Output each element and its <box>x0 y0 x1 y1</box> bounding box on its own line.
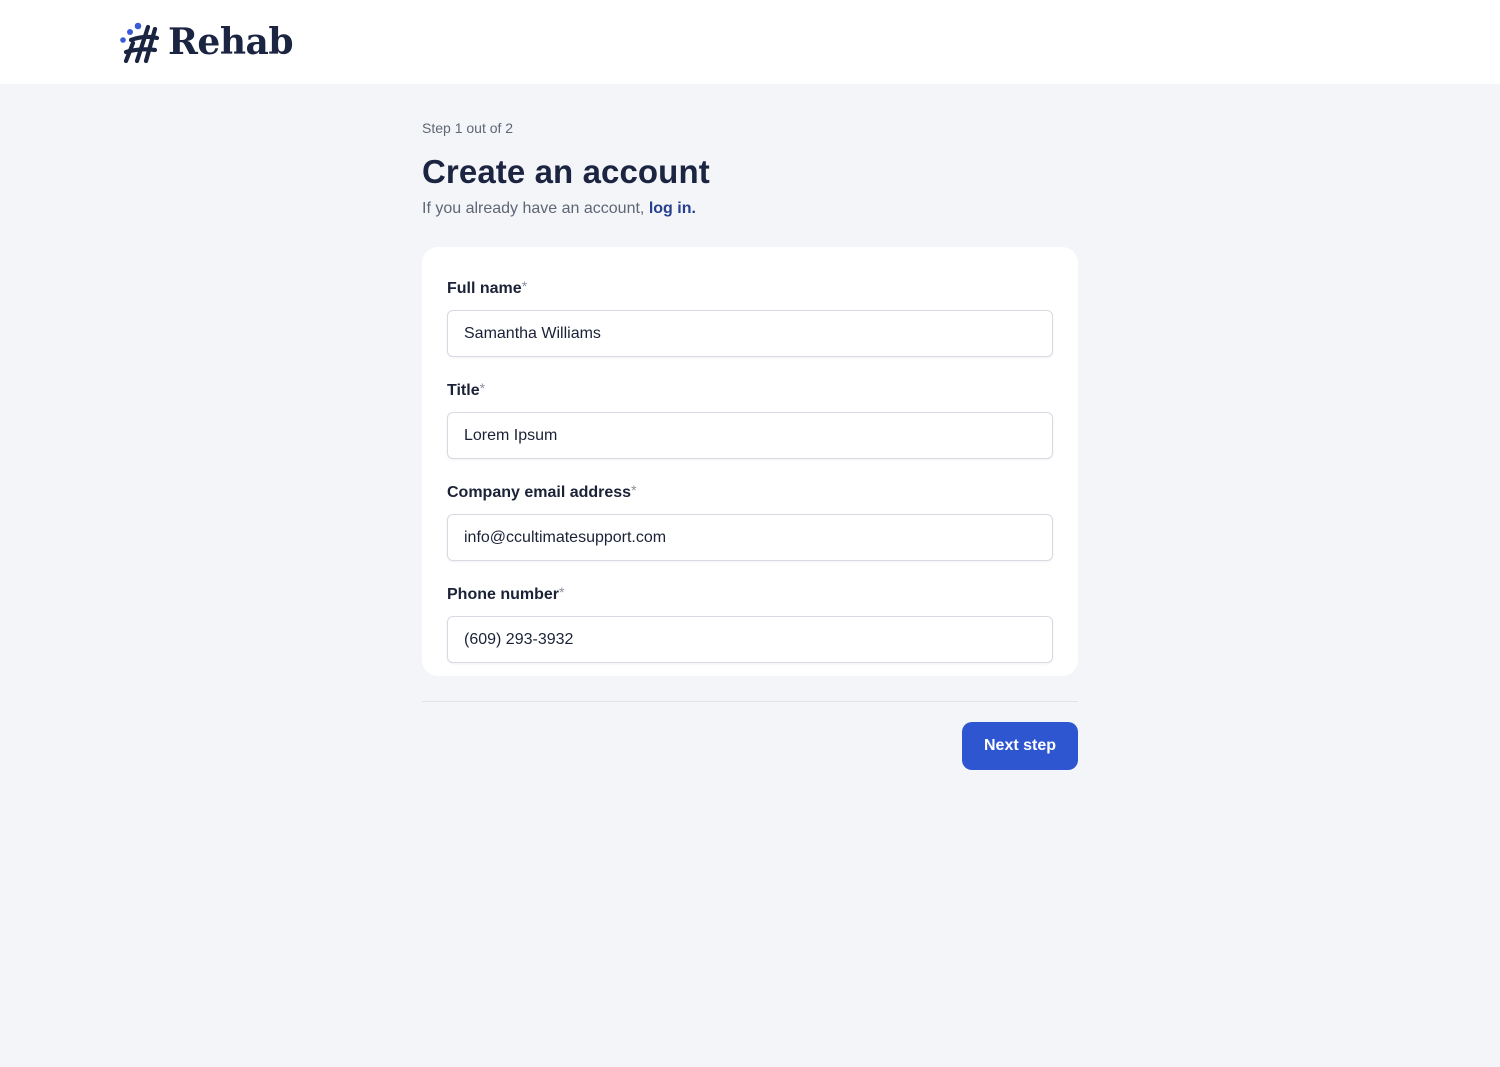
brand-name: Rehab <box>168 21 294 63</box>
phone-label: Phone number* <box>447 581 1053 606</box>
phone-input[interactable] <box>447 616 1053 663</box>
full-name-label-text: Full name <box>447 280 522 297</box>
title-label: Title* <box>447 377 1053 402</box>
phone-label-text: Phone number <box>447 586 560 603</box>
phone-field: Phone number* <box>447 581 1053 663</box>
rehab-hash-logo-icon <box>120 22 160 63</box>
required-marker: * <box>559 584 565 600</box>
email-label-text: Company email address <box>447 484 632 501</box>
title-field: Title* <box>447 377 1053 459</box>
form-divider <box>422 701 1078 702</box>
required-marker: * <box>479 380 486 396</box>
email-label: Company email address* <box>447 479 1053 504</box>
required-marker: * <box>521 278 528 294</box>
top-bar: Rehab <box>0 0 1500 84</box>
full-name-field: Full name* <box>447 275 1053 357</box>
full-name-input[interactable] <box>447 310 1053 357</box>
page-title: Create an account <box>422 153 710 190</box>
email-field: Company email address* <box>447 479 1053 561</box>
brand-logo[interactable]: Rehab <box>118 20 294 64</box>
account-form-card: Full name* Title* Company email address*… <box>422 247 1078 676</box>
full-name-label: Full name* <box>447 275 1053 300</box>
form-header: Step 1 out of 2 Create an account If you… <box>422 118 1078 220</box>
next-step-button[interactable]: Next step <box>962 722 1078 770</box>
required-marker: * <box>631 482 637 498</box>
step-indicator: Step 1 out of 2 <box>422 120 514 136</box>
login-link[interactable]: log in. <box>649 200 696 217</box>
title-label-text: Title <box>447 382 480 399</box>
login-prompt: If you already have an account, log in. <box>422 198 1078 220</box>
title-input[interactable] <box>447 412 1053 459</box>
email-input[interactable] <box>447 514 1053 561</box>
login-prompt-text: If you already have an account, <box>422 200 645 217</box>
